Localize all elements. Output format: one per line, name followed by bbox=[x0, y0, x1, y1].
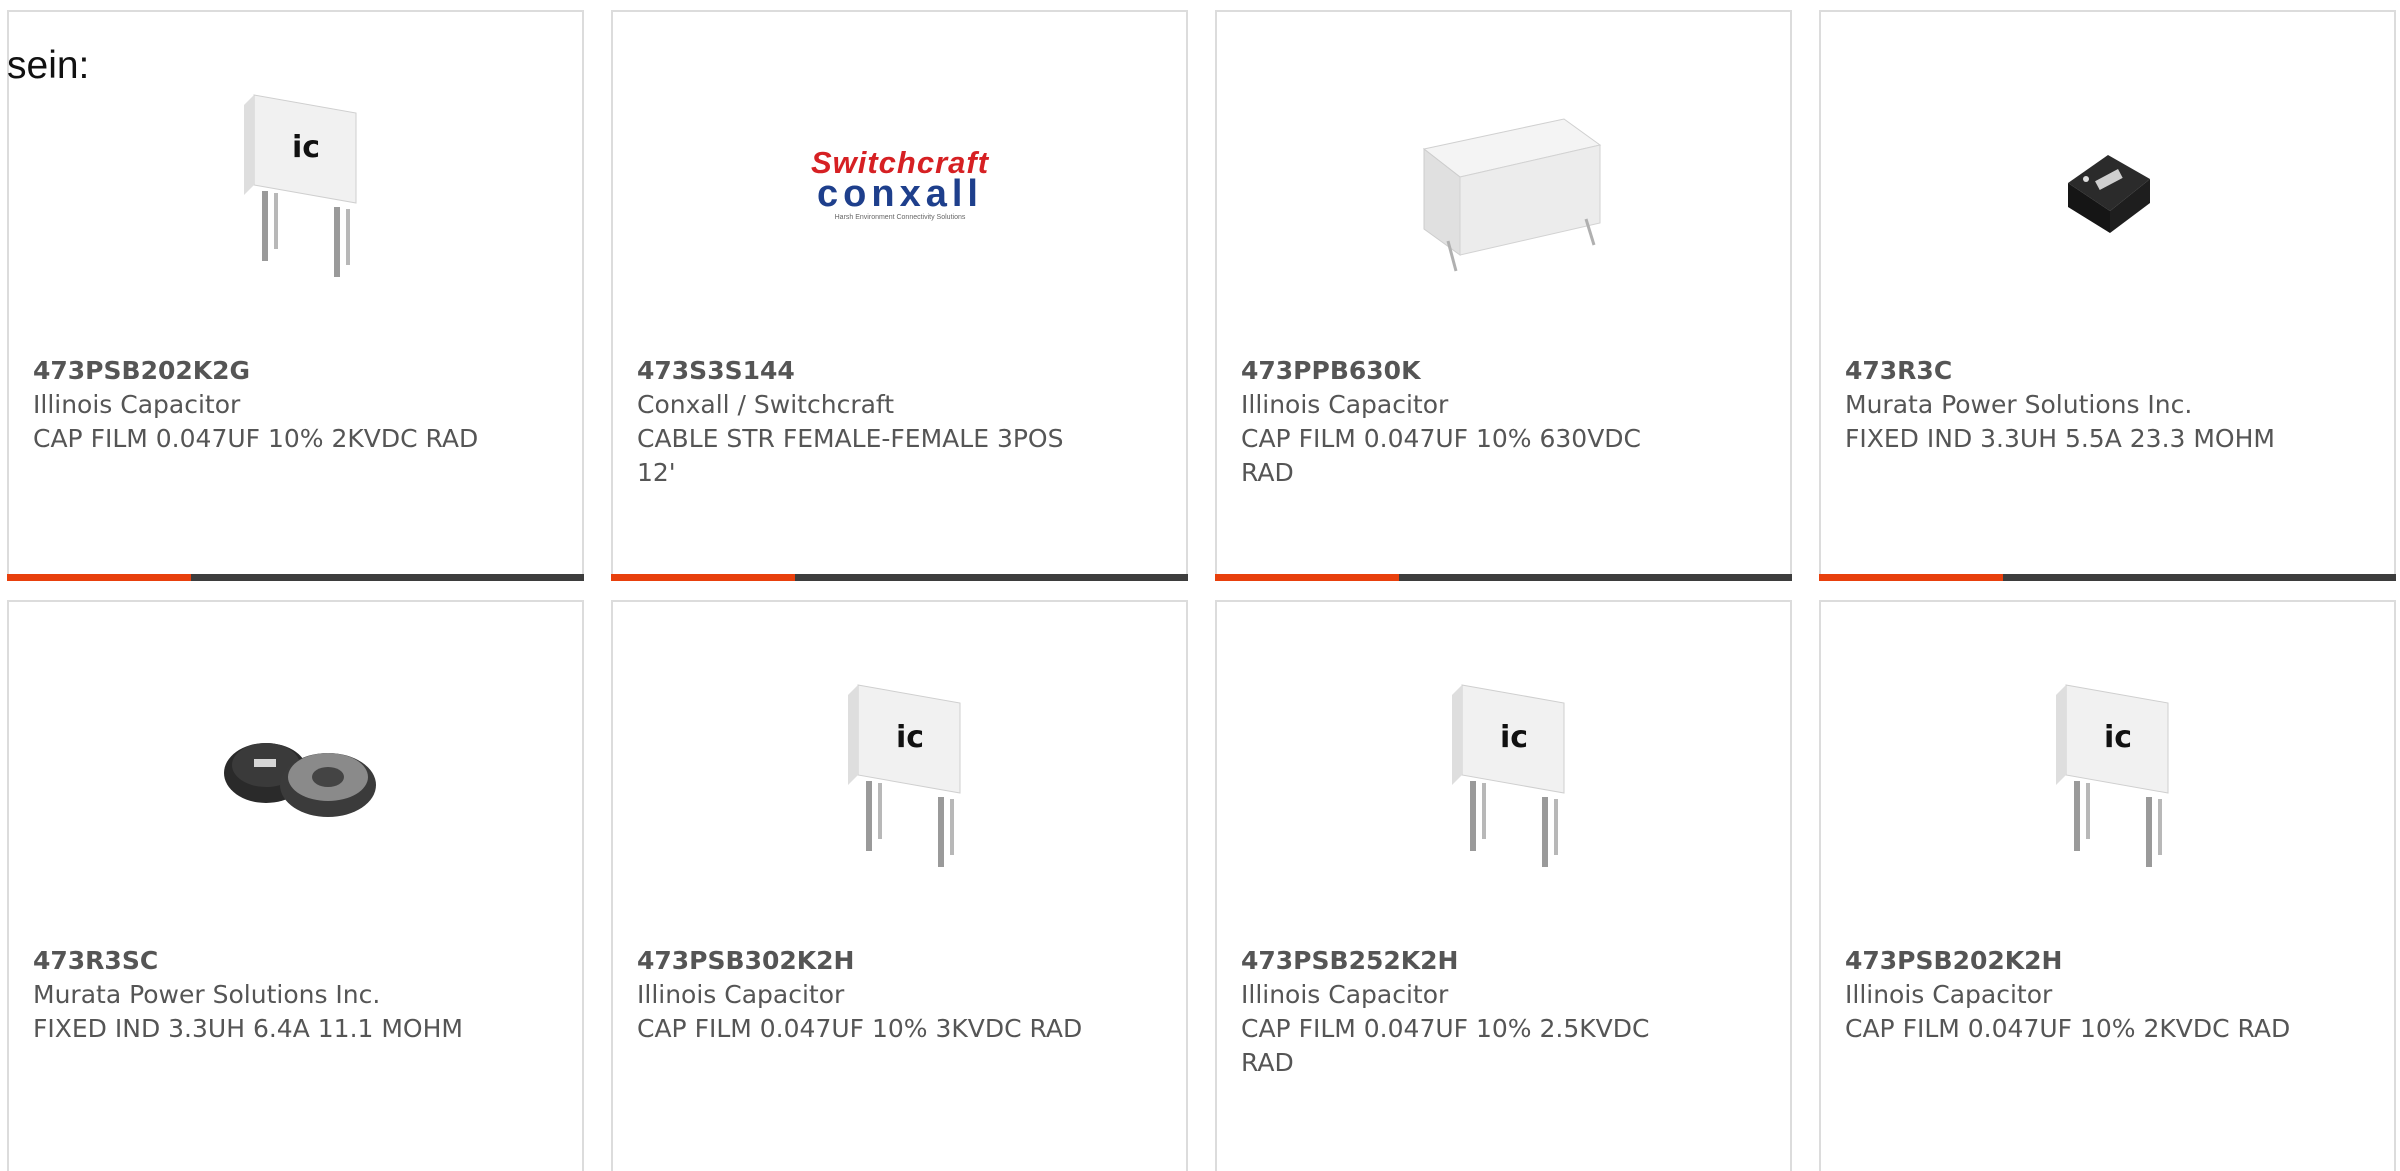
intro-text: sein: bbox=[7, 44, 90, 87]
switchcraft-conxall-logo[interactable]: Switchcraft conxall Harsh Environment Co… bbox=[799, 82, 1001, 284]
description: CAP FILM 0.047UF 10% 2KVDC RAD bbox=[33, 424, 479, 453]
manufacturer: Murata Power Solutions Inc. bbox=[33, 980, 381, 1009]
manufacturer: Murata Power Solutions Inc. bbox=[1845, 390, 2193, 419]
film-capacitor-image[interactable]: ic bbox=[2007, 672, 2209, 874]
card-bar bbox=[1215, 574, 1792, 581]
film-capacitor-image[interactable]: ic bbox=[195, 82, 397, 284]
product-card[interactable]: 473R3SC Murata Power Solutions Inc. FIXE… bbox=[7, 600, 584, 1171]
part-number[interactable]: 473PSB202K2H bbox=[1845, 944, 2305, 978]
part-number[interactable]: 473PSB202K2G bbox=[33, 354, 493, 388]
product-card[interactable]: 473R3C Murata Power Solutions Inc. FIXED… bbox=[1819, 10, 2396, 581]
part-number[interactable]: 473PSB302K2H bbox=[637, 944, 1097, 978]
product-card[interactable]: ic 473PSB252K2H Illinois Capacitor CAP F… bbox=[1215, 600, 1792, 1171]
description: CAP FILM 0.047UF 10% 2.5KVDC RAD bbox=[1241, 1014, 1650, 1077]
film-capacitor-image[interactable]: ic bbox=[799, 672, 1001, 874]
part-number[interactable]: 473R3SC bbox=[33, 944, 493, 978]
part-number[interactable]: 473R3C bbox=[1845, 354, 2305, 388]
product-card[interactable]: 473PPB630K Illinois Capacitor CAP FILM 0… bbox=[1215, 10, 1792, 581]
inductor-image[interactable] bbox=[2007, 82, 2209, 284]
part-number[interactable]: 473S3S144 bbox=[637, 354, 1097, 388]
manufacturer: Illinois Capacitor bbox=[637, 980, 845, 1009]
manufacturer: Illinois Capacitor bbox=[1241, 980, 1449, 1009]
manufacturer: Conxall / Switchcraft bbox=[637, 390, 895, 419]
svg-text:ic: ic bbox=[1500, 720, 1528, 755]
description: CAP FILM 0.047UF 10% 630VDC RAD bbox=[1241, 424, 1642, 487]
manufacturer: Illinois Capacitor bbox=[1845, 980, 2053, 1009]
part-number[interactable]: 473PPB630K bbox=[1241, 354, 1701, 388]
manufacturer: Illinois Capacitor bbox=[1241, 390, 1449, 419]
inductor-image[interactable] bbox=[195, 672, 397, 874]
description: CAP FILM 0.047UF 10% 2KVDC RAD bbox=[1845, 1014, 2291, 1043]
product-card[interactable]: ic 473PSB202K2G Illinois Capacitor CAP F… bbox=[7, 10, 584, 581]
product-card[interactable]: Switchcraft conxall Harsh Environment Co… bbox=[611, 10, 1188, 581]
card-bar bbox=[1819, 574, 2396, 581]
description: FIXED IND 3.3UH 5.5A 23.3 MOHM bbox=[1845, 424, 2275, 453]
description: CABLE STR FEMALE-FEMALE 3POS 12' bbox=[637, 424, 1064, 487]
description: CAP FILM 0.047UF 10% 3KVDC RAD bbox=[637, 1014, 1083, 1043]
part-number[interactable]: 473PSB252K2H bbox=[1241, 944, 1701, 978]
card-bar bbox=[7, 574, 584, 581]
product-card[interactable]: ic 473PSB302K2H Illinois Capacitor CAP F… bbox=[611, 600, 1188, 1171]
description: FIXED IND 3.3UH 6.4A 11.1 MOHM bbox=[33, 1014, 463, 1043]
svg-text:ic: ic bbox=[292, 130, 320, 165]
svg-text:ic: ic bbox=[896, 720, 924, 755]
svg-text:ic: ic bbox=[2104, 720, 2132, 755]
card-bar bbox=[611, 574, 1188, 581]
film-capacitor-image[interactable] bbox=[1403, 82, 1605, 284]
manufacturer: Illinois Capacitor bbox=[33, 390, 241, 419]
product-card[interactable]: ic 473PSB202K2H Illinois Capacitor CAP F… bbox=[1819, 600, 2396, 1171]
film-capacitor-image[interactable]: ic bbox=[1403, 672, 1605, 874]
